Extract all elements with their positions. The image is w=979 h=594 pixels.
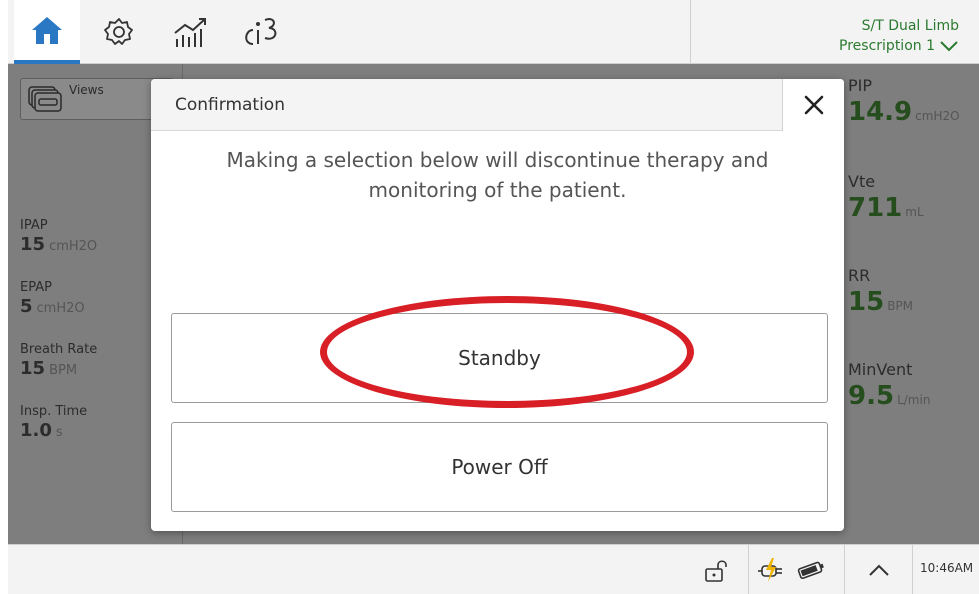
param-name: IPAP xyxy=(20,218,48,233)
expand-button[interactable] xyxy=(864,557,894,583)
param-value: 15 xyxy=(20,234,46,255)
param-ipap: IPAP 15 cmH2O xyxy=(20,218,97,256)
monitor-unit: mL xyxy=(905,205,924,219)
monitor-unit: BPM xyxy=(887,299,914,313)
dialog-title: Confirmation xyxy=(175,95,285,115)
ac-power-icon xyxy=(758,558,782,582)
monitor-rr: RR 15 BPM xyxy=(848,266,913,318)
monitor-vte: Vte 711 mL xyxy=(848,172,924,224)
mode-selector[interactable]: S/T Dual Limb Prescription 1 xyxy=(839,16,959,56)
tab-trends[interactable] xyxy=(158,0,224,64)
param-insp-time: Insp. Time 1.0 s xyxy=(20,404,87,442)
monitor-unit: cmH2O xyxy=(915,109,960,123)
home-icon xyxy=(32,17,62,44)
monitor-name: RR xyxy=(848,266,871,285)
param-value: 5 xyxy=(20,296,33,317)
top-bar: S/T Dual Limb Prescription 1 xyxy=(8,0,979,64)
dialog-message: Making a selection below will discontinu… xyxy=(226,148,769,202)
param-breath-rate: Breath Rate 15 BPM xyxy=(20,342,97,380)
param-epap: EPAP 5 cmH2O xyxy=(20,280,85,318)
mode-label: S/T Dual Limb xyxy=(861,18,959,34)
trends-chart-icon xyxy=(174,18,206,47)
screen-lock-button[interactable] xyxy=(702,557,730,585)
dialog-header: Confirmation xyxy=(151,79,844,131)
tab-ci[interactable] xyxy=(230,0,296,64)
views-label: Views xyxy=(69,83,104,97)
prescription-label: Prescription 1 xyxy=(839,38,935,54)
bottombar-divider xyxy=(748,545,749,594)
battery-icon xyxy=(797,561,824,580)
ci-logo-icon xyxy=(245,18,277,45)
close-button[interactable] xyxy=(782,79,844,131)
standby-button[interactable]: Standby xyxy=(171,313,828,403)
close-icon xyxy=(804,95,823,115)
views-icon xyxy=(28,86,62,112)
param-value: 1.0 xyxy=(20,420,52,441)
param-unit: cmH2O xyxy=(36,301,85,316)
topbar-divider xyxy=(690,0,691,64)
param-value: 15 xyxy=(20,358,46,379)
monitor-unit: L/min xyxy=(897,393,931,407)
param-unit: BPM xyxy=(49,363,78,378)
monitor-minvent: MinVent 9.5 L/min xyxy=(848,360,930,412)
clock: 10:46AM xyxy=(920,561,974,575)
param-unit: cmH2O xyxy=(49,239,98,254)
bottom-bar: 10:46AM xyxy=(8,544,979,594)
monitor-name: PIP xyxy=(848,76,873,95)
monitor-value: 14.9 xyxy=(848,97,913,127)
power-status[interactable] xyxy=(756,555,832,585)
bottombar-divider xyxy=(844,545,845,594)
unlock-icon xyxy=(705,560,727,582)
param-name: Insp. Time xyxy=(20,404,88,419)
tab-settings[interactable] xyxy=(86,0,152,64)
param-unit: s xyxy=(55,425,63,440)
bottombar-divider xyxy=(912,545,913,594)
param-name: EPAP xyxy=(20,280,52,295)
monitor-pip: PIP 14.9 cmH2O xyxy=(848,76,960,128)
param-name: Breath Rate xyxy=(20,342,98,357)
power-off-button[interactable]: Power Off xyxy=(171,422,828,512)
monitor-value: 9.5 xyxy=(848,381,895,411)
monitor-name: MinVent xyxy=(848,360,913,379)
tab-home[interactable] xyxy=(14,0,80,64)
confirmation-dialog: Confirmation Making a selection below wi… xyxy=(151,79,844,531)
chevron-up-icon xyxy=(869,564,889,576)
gear-icon xyxy=(104,18,133,45)
chevron-down-icon xyxy=(940,41,958,52)
monitor-value: 15 xyxy=(848,287,885,317)
monitor-name: Vte xyxy=(848,172,876,191)
monitor-value: 711 xyxy=(848,193,903,223)
